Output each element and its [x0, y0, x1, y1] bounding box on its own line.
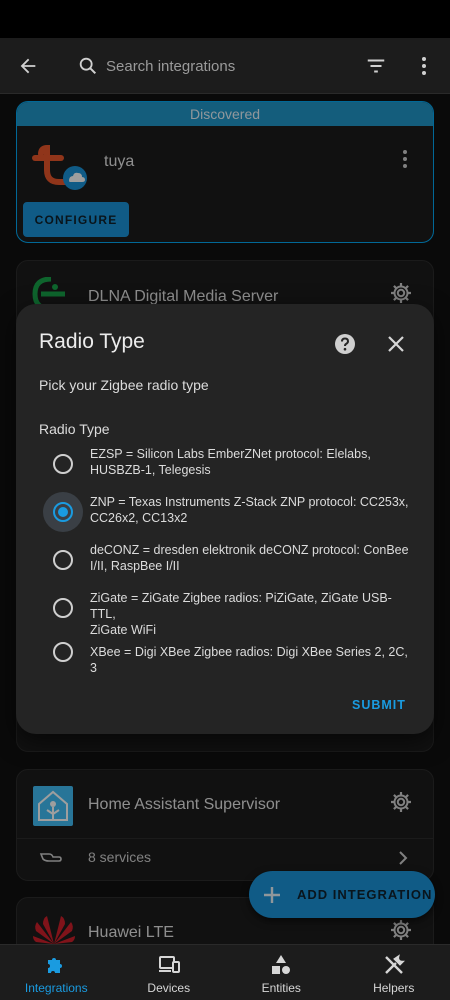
configure-button[interactable]: CONFIGURE	[23, 202, 129, 237]
dlna-gear-icon[interactable]	[389, 281, 413, 305]
bottom-navigation: Integrations Devices Entities Helpers	[0, 944, 450, 1000]
plus-icon	[264, 886, 280, 903]
nav-integrations[interactable]: Integrations	[0, 945, 113, 1000]
ha-gear-icon[interactable]	[389, 790, 413, 814]
radio-button[interactable]	[53, 454, 73, 474]
huawei-title: Huawei LTE	[88, 924, 174, 941]
search-input[interactable]	[106, 54, 346, 78]
ha-supervisor-card[interactable]: Home Assistant Supervisor 8 services	[16, 769, 434, 881]
radio-group-label: Radio Type	[39, 421, 110, 437]
nav-label: Devices	[147, 981, 191, 995]
filter-icon[interactable]	[362, 52, 390, 80]
devices-icon	[158, 956, 180, 973]
card-divider	[17, 838, 433, 839]
tools-icon	[384, 954, 405, 974]
help-icon[interactable]	[334, 333, 356, 355]
radio-button[interactable]	[53, 598, 73, 618]
nav-helpers[interactable]: Helpers	[338, 945, 450, 1000]
status-bar	[0, 0, 450, 38]
radio-option-label: XBee = Digi XBee Zigbee radios: Digi XBe…	[90, 645, 408, 675]
huawei-gear-icon[interactable]	[389, 918, 413, 942]
shapes-icon	[272, 955, 291, 974]
add-integration-label: ADD INTEGRATION	[297, 887, 433, 902]
nav-label: Helpers	[373, 981, 415, 995]
nav-devices[interactable]: Devices	[113, 945, 226, 1000]
tuya-logo-icon	[31, 140, 97, 196]
discovered-banner: Discovered	[17, 102, 433, 126]
nav-entities[interactable]: Entities	[225, 945, 338, 1000]
nav-label: Entities	[261, 981, 301, 995]
home-assistant-logo-icon	[33, 786, 73, 826]
discovered-more-icon[interactable]	[395, 147, 415, 171]
puzzle-icon	[48, 958, 63, 973]
services-count[interactable]: 8 services	[88, 849, 151, 865]
ha-supervisor-title: Home Assistant Supervisor	[88, 796, 281, 813]
dialog-description: Pick your Zigbee radio type	[39, 377, 209, 393]
radio-button-selected[interactable]	[53, 502, 73, 522]
search-icon	[74, 52, 102, 80]
radio-option-label: ZiGate = ZiGate Zigbee radios: PiZiGate,…	[90, 591, 392, 637]
radio-button[interactable]	[53, 550, 73, 570]
back-arrow-icon[interactable]	[14, 52, 42, 80]
huawei-logo-icon	[31, 912, 77, 946]
chevron-right-icon[interactable]	[395, 848, 411, 868]
services-icon	[39, 848, 63, 868]
radio-option-label: ZNP = Texas Instruments Z-Stack ZNP prot…	[90, 495, 409, 525]
close-icon[interactable]	[386, 334, 406, 354]
radio-option-label: EZSP = Silicon Labs EmberZNet protocol: …	[90, 447, 371, 477]
radio-option-label: deCONZ = dresden elektronik deCONZ proto…	[90, 543, 409, 573]
tuya-name: tuya	[104, 153, 135, 170]
submit-button[interactable]: SUBMIT	[352, 698, 406, 712]
radio-button[interactable]	[53, 642, 73, 662]
dialog-title: Radio Type	[39, 330, 145, 353]
radio-type-dialog: Radio Type Pick your Zigbee radio type R…	[16, 304, 434, 734]
app-bar	[0, 38, 450, 94]
add-integration-button[interactable]: ADD INTEGRATION	[249, 871, 435, 918]
more-vert-icon[interactable]	[410, 52, 438, 80]
discovered-card: Discovered tuya CONFIGURE	[16, 101, 434, 243]
nav-label: Integrations	[24, 981, 88, 995]
